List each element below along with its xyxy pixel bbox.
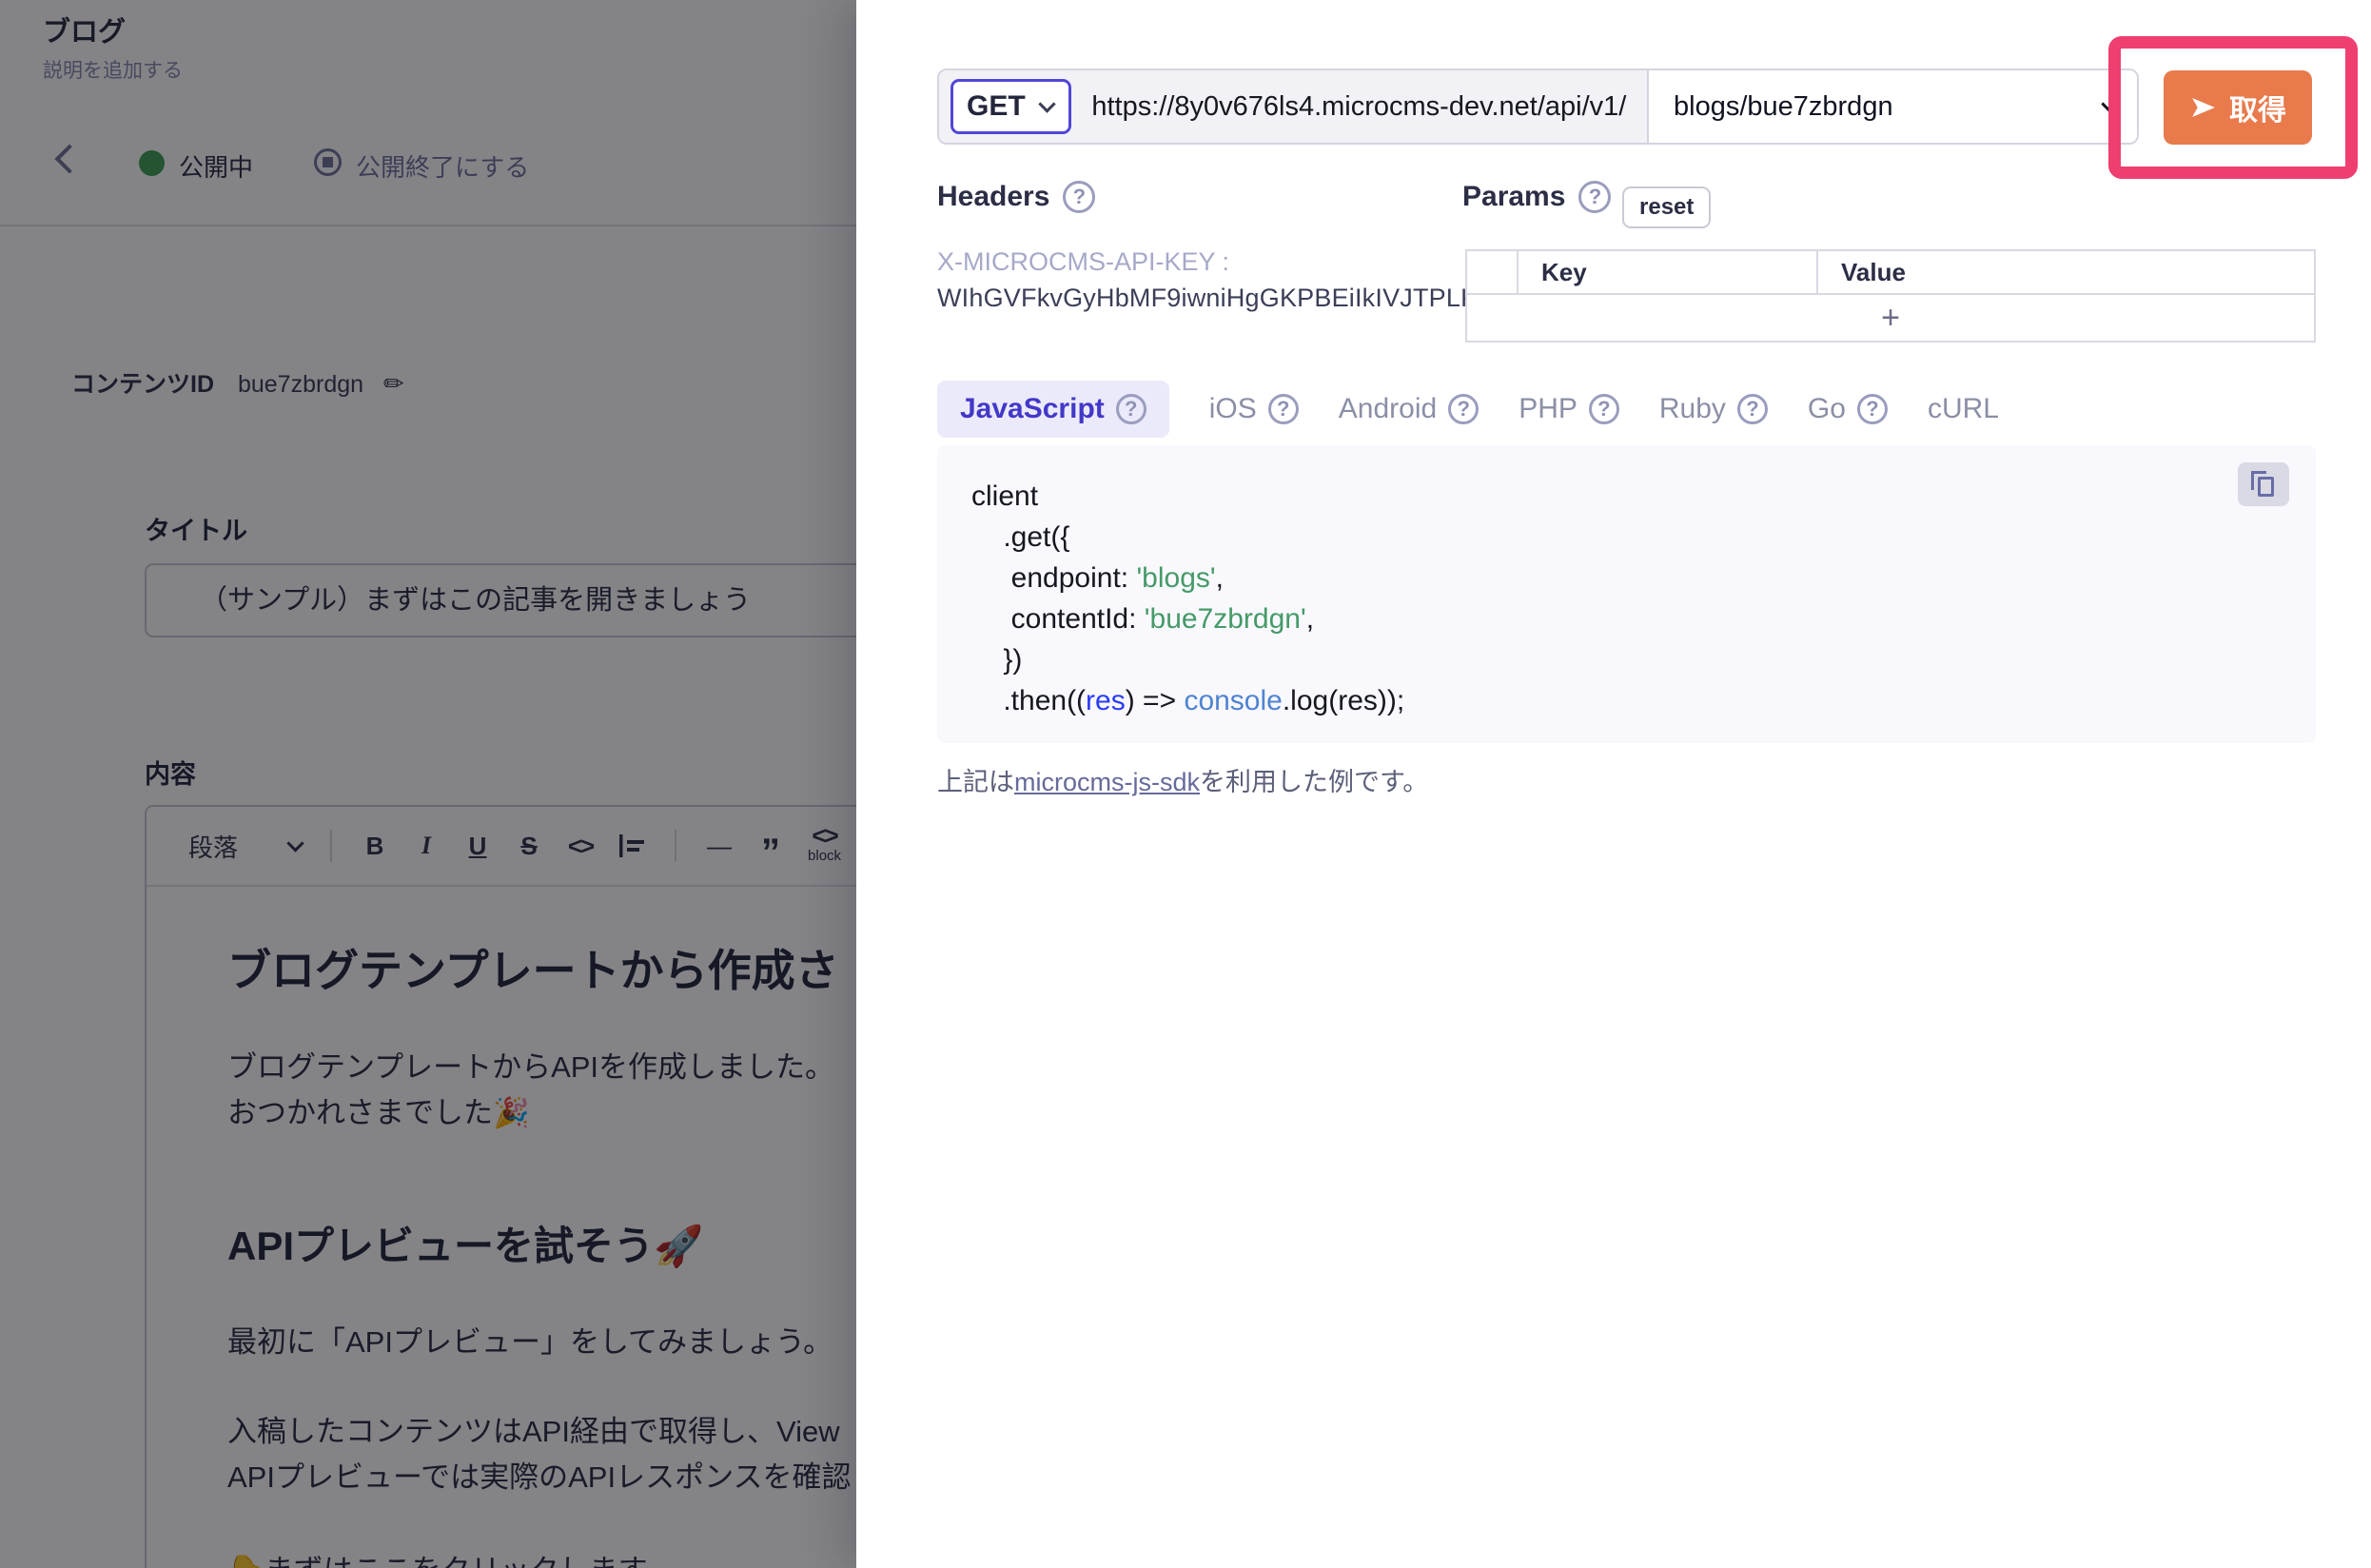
sdk-note-prefix: 上記は (937, 768, 1014, 796)
http-method-value: GET (967, 90, 1026, 123)
code-language-tabs: JavaScript?iOS?Android?PHP?Ruby?Go?cURL (937, 381, 1999, 438)
params-title-text: Params (1462, 181, 1565, 213)
help-icon[interactable]: ? (1268, 394, 1299, 424)
endpoint-value: blogs/bue7zbrdgn (1674, 91, 1893, 123)
tab-curl[interactable]: cURL (1928, 393, 1999, 425)
params-reset-button[interactable]: reset (1622, 186, 1711, 228)
code-line: client (971, 476, 1404, 517)
copy-icon (2251, 471, 2276, 498)
sdk-note-suffix: を利用した例です。 (1200, 768, 1428, 796)
tab-label: Go (1808, 393, 1846, 425)
request-url-bar: GET https://8y0v676ls4.microcms-dev.net/… (937, 69, 2139, 145)
tab-label: cURL (1928, 393, 1999, 425)
help-icon[interactable]: ? (1116, 394, 1146, 424)
tab-go[interactable]: Go? (1808, 393, 1888, 425)
code-line: }) (971, 639, 1404, 680)
code-sample-block: client .get({ endpoint: 'blogs', content… (937, 445, 2316, 743)
tab-label: Android (1339, 393, 1437, 425)
tab-php[interactable]: PHP? (1519, 393, 1619, 425)
headers-section-title: Headers ? (937, 181, 1095, 213)
help-icon[interactable]: ? (1737, 394, 1768, 424)
tab-label: JavaScript (960, 393, 1105, 425)
tab-android[interactable]: Android? (1339, 393, 1479, 425)
help-icon[interactable]: ? (1063, 181, 1095, 213)
code-sample: client .get({ endpoint: 'blogs', content… (971, 476, 1404, 721)
code-line: .get({ (971, 517, 1404, 558)
tab-label: Ruby (1659, 393, 1726, 425)
params-key-column-header: Key (1519, 251, 1818, 293)
help-icon[interactable]: ? (1578, 181, 1611, 213)
chevron-down-icon (1038, 95, 1055, 112)
copy-code-button[interactable] (2238, 462, 2289, 506)
tab-javascript[interactable]: JavaScript? (937, 381, 1169, 438)
code-line: endpoint: 'blogs', (971, 558, 1404, 598)
highlight-annotation (2108, 36, 2358, 179)
sdk-link[interactable]: microcms-js-sdk (1014, 768, 1200, 796)
sdk-note: 上記はmicrocms-js-sdkを利用した例です。 (937, 761, 1428, 798)
help-icon[interactable]: ? (1448, 394, 1479, 424)
code-line: contentId: 'bue7zbrdgn', (971, 598, 1404, 639)
help-icon[interactable]: ? (1589, 394, 1619, 424)
api-key-header-value: WIhGVFkvGyHbMF9iwniHgGKPBEiIkIVJTPLK (937, 284, 1478, 313)
headers-title-text: Headers (937, 181, 1049, 213)
endpoint-select[interactable]: blogs/bue7zbrdgn (1647, 70, 2137, 143)
http-method-select[interactable]: GET (950, 79, 1071, 134)
code-line: .then((res) => console.log(res)); (971, 680, 1404, 721)
tab-ios[interactable]: iOS? (1209, 393, 1299, 425)
help-icon[interactable]: ? (1857, 394, 1888, 424)
params-value-column-header: Value (1818, 251, 2314, 293)
request-url-left-section: GET https://8y0v676ls4.microcms-dev.net/… (939, 70, 1647, 143)
api-key-header-name: X-MICROCMS-API-KEY : (937, 247, 1229, 277)
tab-label: iOS (1209, 393, 1257, 425)
add-param-button[interactable]: + (1467, 295, 2314, 341)
base-url-text: https://8y0v676ls4.microcms-dev.net/api/… (1071, 91, 1647, 123)
params-table-header-row: Key Value (1467, 251, 2314, 295)
tab-ruby[interactable]: Ruby? (1659, 393, 1768, 425)
params-table: Key Value + (1465, 249, 2316, 343)
tab-label: PHP (1519, 393, 1577, 425)
modal-backdrop[interactable] (0, 0, 856, 1568)
params-row-handle-column (1467, 251, 1519, 293)
params-section-title: Params ? (1462, 181, 1611, 213)
api-preview-panel: GET https://8y0v676ls4.microcms-dev.net/… (856, 0, 2371, 1568)
